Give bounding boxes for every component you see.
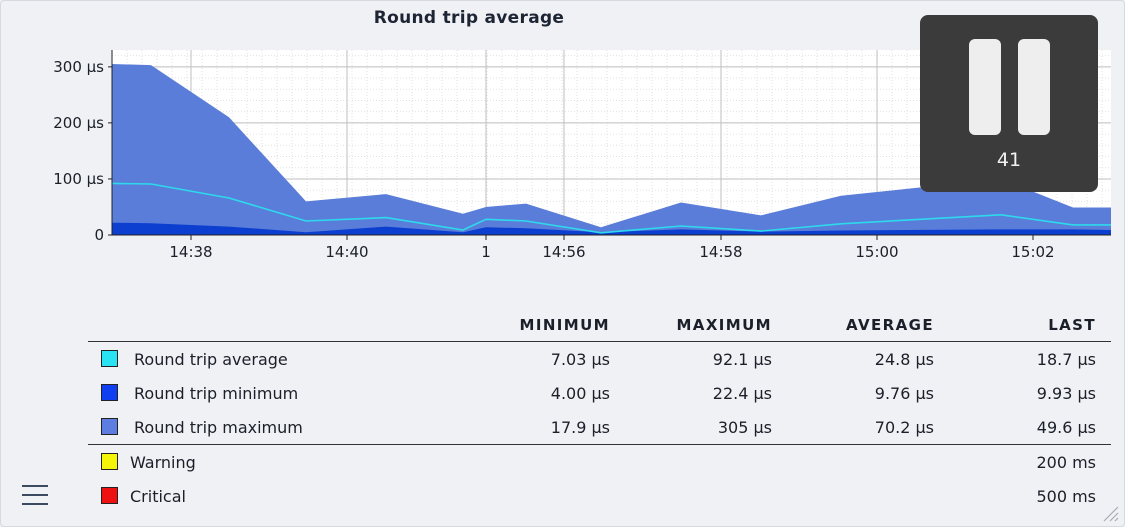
legend-avg: 9.76 µs	[874, 383, 934, 403]
x-tick-label: 1	[481, 243, 491, 261]
swatch-round-trip-maximum	[101, 418, 118, 435]
legend-max: 305 µs	[717, 417, 772, 437]
swatch-critical	[101, 487, 118, 504]
legend-header-maximum: MAXIMUM	[625, 314, 787, 342]
legend-avg: 24.8 µs	[874, 349, 934, 369]
x-tick-label: 14:38	[169, 243, 212, 261]
legend-min: 17.9 µs	[550, 417, 610, 437]
pause-icon-bar	[1018, 39, 1050, 135]
threshold-value: 500 ms	[1036, 486, 1096, 506]
legend-avg: 70.2 µs	[874, 417, 934, 437]
y-tick-label: 300 µs	[53, 58, 104, 76]
legend-min: 4.00 µs	[550, 383, 610, 403]
threshold-name: Critical	[130, 486, 186, 506]
x-tick-label: 15:00	[855, 243, 898, 261]
y-tick-label: 0	[94, 226, 104, 244]
legend-header-last: LAST	[949, 314, 1111, 342]
pause-overlay[interactable]: 41	[920, 15, 1098, 192]
legend-min: 7.03 µs	[550, 349, 610, 369]
legend-row: Round trip minimum 4.00 µs 22.4 µs 9.76 …	[88, 376, 1111, 410]
y-tick-label: 200 µs	[53, 114, 104, 132]
legend-last: 49.6 µs	[1036, 417, 1096, 437]
legend-header-minimum: MINIMUM	[462, 314, 625, 342]
legend-row: Round trip average 7.03 µs 92.1 µs 24.8 …	[88, 342, 1111, 377]
resize-handle-icon[interactable]	[1101, 504, 1119, 522]
pause-countdown: 41	[996, 149, 1022, 171]
legend-max: 92.1 µs	[712, 349, 772, 369]
legend-header-average: AVERAGE	[787, 314, 949, 342]
legend-last: 9.93 µs	[1036, 383, 1096, 403]
legend-series-name: Round trip minimum	[134, 383, 299, 403]
pause-icon-bar	[969, 39, 1001, 135]
threshold-name: Warning	[130, 452, 196, 472]
swatch-round-trip-average	[101, 350, 118, 367]
x-tick-label: 14:58	[699, 243, 742, 261]
legend-threshold-row: Warning 200 ms	[88, 444, 1111, 479]
hamburger-menu-icon[interactable]	[22, 485, 48, 505]
x-tick-label: 14:40	[325, 243, 368, 261]
legend-series-name: Round trip average	[134, 349, 288, 369]
legend-max: 22.4 µs	[712, 383, 772, 403]
legend-last: 18.7 µs	[1036, 349, 1096, 369]
legend-row: Round trip maximum 17.9 µs 305 µs 70.2 µ…	[88, 410, 1111, 445]
graph-legend: MINIMUM MAXIMUM AVERAGE LAST Round trip …	[88, 314, 1111, 513]
x-tick-label: 14:56	[542, 243, 585, 261]
legend-series-name: Round trip maximum	[134, 417, 303, 437]
threshold-value: 200 ms	[949, 444, 1111, 479]
y-tick-label: 100 µs	[53, 170, 104, 188]
legend-threshold-row: Critical 500 ms	[88, 479, 1111, 513]
swatch-round-trip-minimum	[101, 384, 118, 401]
x-tick-label: 15:02	[1011, 243, 1054, 261]
graph-panel: Round trip average 300 µs 200 µs 100 µs 0 14…	[0, 0, 1125, 527]
swatch-warning	[101, 453, 118, 470]
